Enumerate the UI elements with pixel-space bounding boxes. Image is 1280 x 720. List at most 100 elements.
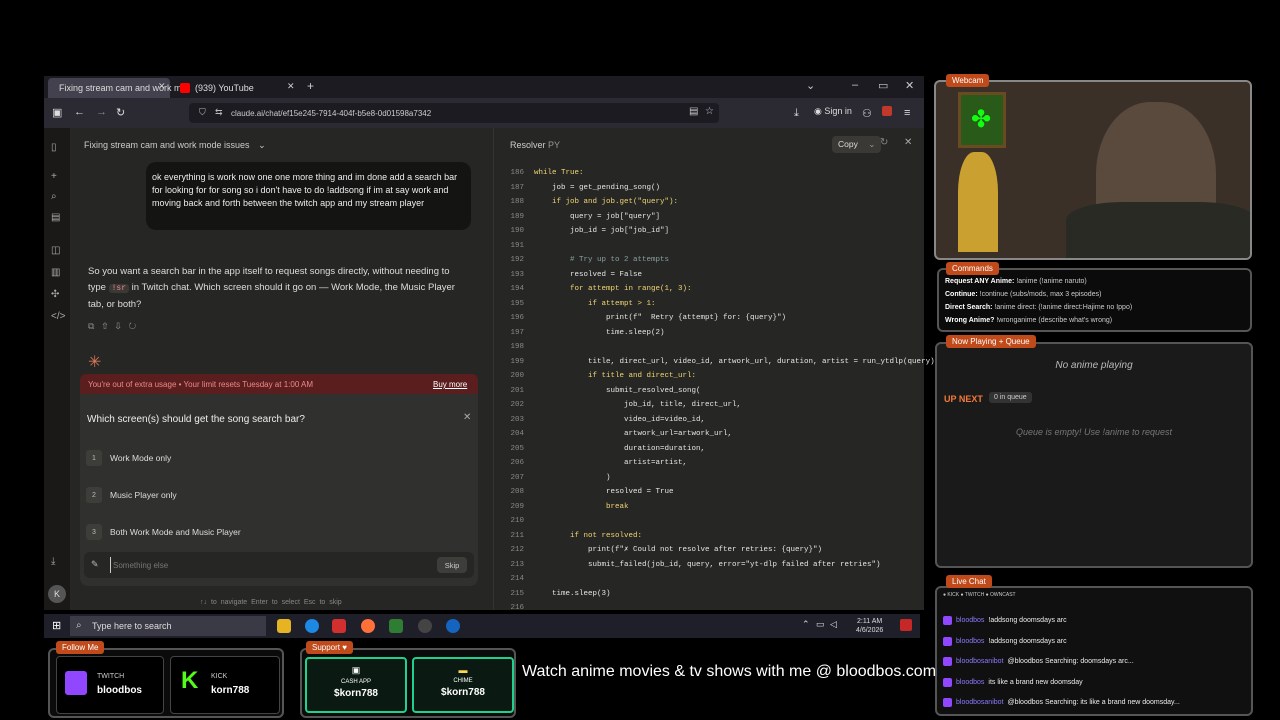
assistant-message: So you want a search bar in the app itse…	[88, 264, 468, 313]
extension-badge-icon[interactable]	[882, 106, 892, 116]
thumbs-down-icon[interactable]: ⇩	[116, 321, 129, 331]
user-avatar[interactable]: K	[48, 585, 66, 603]
buy-more-link[interactable]: Buy more	[433, 380, 467, 389]
copy-button[interactable]: Copy ⌄	[832, 136, 882, 153]
command-row: Wrong Anime? !wronganime (describe what'…	[945, 317, 1112, 324]
search-icon: ⌕	[76, 620, 82, 631]
tab-close-icon[interactable]: ✕	[158, 81, 166, 92]
firefox-icon[interactable]	[361, 619, 375, 633]
tab-bar: Fixing stream cam and work m ✕ (939) You…	[44, 76, 924, 98]
tab-label: (939) YouTube	[195, 83, 254, 93]
file-explorer-icon[interactable]	[277, 619, 291, 633]
extensions-icon[interactable]: ⚇	[862, 107, 872, 120]
url-bar[interactable]: ⛉ ⇆ claude.ai/chat/ef15e245-7914-404f-b5…	[189, 103, 719, 123]
code-line: 187 job = get_pending_song()	[500, 181, 660, 195]
line-number: 213	[510, 560, 524, 569]
taskbar-search[interactable]: ⌕ Type here to search	[70, 616, 266, 636]
taskbar-clock[interactable]: 2:11 AM 4/6/2026	[856, 617, 883, 635]
speaker-icon[interactable]: ◁	[830, 619, 837, 630]
new-chat-icon[interactable]: +	[51, 171, 57, 182]
sidebar-toggle-icon[interactable]: ▣	[52, 106, 62, 119]
option-3[interactable]: 3 Both Work Mode and Music Player	[86, 518, 472, 546]
account-icon: ◉	[814, 106, 822, 116]
artifact-lang: PY	[548, 140, 561, 150]
reader-view-icon[interactable]: ▤	[689, 106, 698, 117]
lamp-image	[958, 152, 998, 252]
chat-panel: Fixing stream cam and work mode issues ⌄…	[70, 128, 493, 610]
other-answer-row: ✎ Skip	[84, 552, 474, 578]
code-line: 207 )	[500, 471, 611, 485]
apps-icon[interactable]: ✣	[51, 289, 59, 300]
code-line: 193 resolved = False	[500, 268, 642, 282]
code-line: 204 artwork_url=artwork_url,	[500, 427, 732, 441]
projects-icon[interactable]: ◫	[51, 245, 60, 256]
option-1[interactable]: 1 Work Mode only	[86, 444, 472, 472]
line-text: title, direct_url, video_id, artwork_url…	[534, 357, 935, 366]
download-app-icon[interactable]: ⤓	[51, 556, 55, 567]
twitch-logo-icon	[65, 671, 87, 695]
menu-icon[interactable]: ≡	[904, 107, 910, 119]
close-window-icon[interactable]: ✕	[905, 79, 914, 92]
code-line: 213 submit_failed(job_id, query, error="…	[500, 558, 880, 572]
line-number: 196	[510, 314, 524, 322]
copy-icon[interactable]: ⧉	[88, 321, 102, 331]
search-icon[interactable]: ⌕	[51, 191, 57, 202]
artifacts-icon[interactable]: ▥	[51, 267, 60, 278]
new-tab-icon[interactable]: +	[307, 79, 314, 93]
windows-start-icon[interactable]: ⊞	[52, 619, 61, 632]
line-number: 200	[510, 372, 524, 380]
app-icon[interactable]	[446, 619, 460, 633]
refresh-icon[interactable]: ↻	[880, 137, 888, 148]
app-icon[interactable]	[389, 619, 403, 633]
downloads-icon[interactable]: ⤓	[794, 107, 799, 120]
sign-in-button[interactable]: ◉ Sign in	[814, 106, 852, 117]
minimize-icon[interactable]: –	[852, 79, 858, 91]
line-text: job_id, title, direct_url,	[534, 401, 742, 409]
line-text: resolved = True	[534, 488, 674, 496]
line-number: 187	[510, 183, 524, 192]
bookmark-star-icon[interactable]: ☆	[705, 106, 714, 117]
line-number: 210	[510, 517, 524, 525]
site-info-icon[interactable]: ⛉	[199, 107, 206, 118]
restore-icon[interactable]: ▭	[878, 79, 888, 92]
chats-icon[interactable]: ▤	[51, 212, 60, 223]
tab-list-icon[interactable]: ⌄	[806, 79, 815, 92]
close-icon[interactable]: ✕	[463, 412, 471, 423]
question-panel: Which screen(s) should get the song sear…	[80, 394, 478, 586]
obs-icon[interactable]	[418, 619, 432, 633]
question-title: Which screen(s) should get the song sear…	[87, 414, 305, 425]
option-2[interactable]: 2 Music Player only	[86, 481, 472, 509]
option-label: Work Mode only	[110, 453, 172, 463]
line-text: for attempt in range(1, 3):	[534, 285, 692, 293]
sidebar-open-icon[interactable]: ▯	[51, 142, 57, 153]
command-desc: (!anime direct:Hajime no Ippo)	[1038, 304, 1133, 311]
permissions-icon[interactable]: ⇆	[215, 107, 223, 118]
line-text: time.sleep(2)	[534, 328, 665, 337]
close-icon[interactable]: ✕	[904, 137, 912, 148]
tray-chevron-icon[interactable]: ⌃	[802, 619, 810, 630]
notifications-icon[interactable]	[900, 619, 912, 631]
forward-icon[interactable]: →	[96, 106, 107, 118]
tab-claude[interactable]: Fixing stream cam and work m	[48, 78, 182, 98]
chat-title[interactable]: Fixing stream cam and work mode issues ⌄	[84, 140, 266, 151]
thumbs-up-icon[interactable]: ⇧	[102, 321, 115, 331]
voicemeeter-icon[interactable]	[332, 619, 346, 633]
skip-button[interactable]: Skip	[437, 557, 467, 573]
usage-limit-banner: You're out of extra usage • Your limit r…	[80, 374, 478, 394]
up-next-label: UP NEXT	[944, 394, 983, 404]
command-label: Continue:	[945, 291, 978, 298]
clock-date: 4/6/2026	[856, 627, 884, 634]
reload-icon[interactable]: ↻	[116, 106, 125, 119]
code-line: 192 # Try up to 2 attempts	[500, 253, 669, 267]
tab-close-icon[interactable]: ✕	[287, 81, 295, 92]
tab-youtube[interactable]: (939) YouTube	[174, 78, 294, 98]
retry-icon[interactable]: ↻	[129, 321, 145, 331]
network-icon[interactable]: ▭	[816, 619, 825, 630]
code-line: 206 artist=artist,	[500, 456, 687, 470]
line-text: )	[534, 473, 611, 482]
code-icon[interactable]: </>	[51, 311, 65, 322]
live-chat-tag: Live Chat	[946, 575, 992, 588]
other-answer-input[interactable]	[110, 557, 310, 573]
chrome-icon[interactable]	[305, 619, 319, 633]
back-icon[interactable]: ←	[74, 106, 85, 118]
